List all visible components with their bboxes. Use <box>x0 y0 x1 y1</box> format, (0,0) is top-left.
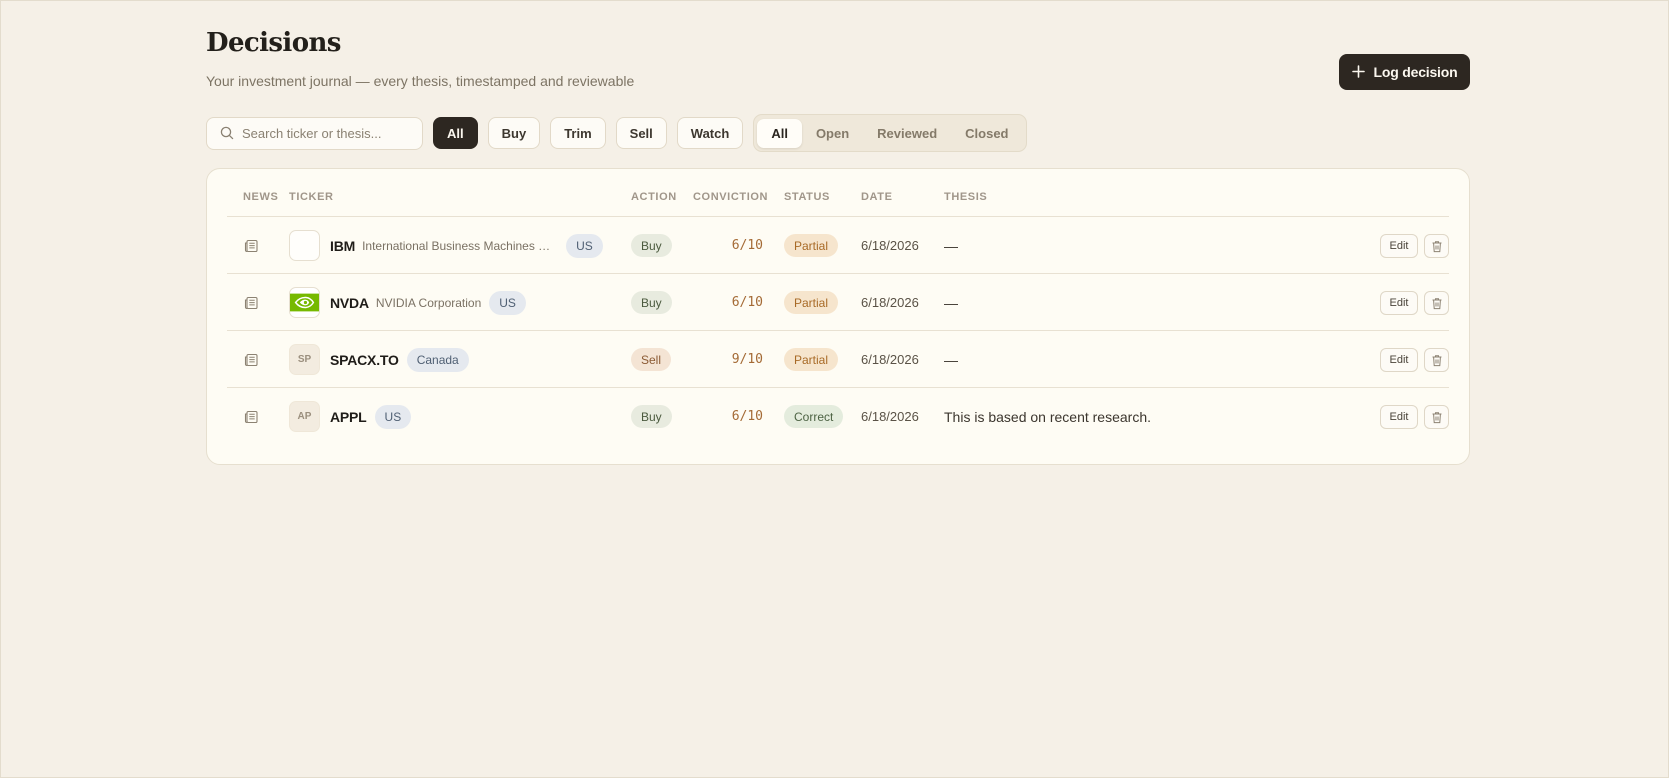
decisions-table: NEWS TICKER ACTION CONVICTION STATUS DAT… <box>206 168 1470 465</box>
conviction-value: 6/10 <box>731 238 763 253</box>
status-cell: Partial <box>784 217 839 274</box>
action-cell: Buy <box>631 217 672 274</box>
ticker-cell: NVDA NVIDIA Corporation US <box>289 274 526 331</box>
company-name: NVIDIA Corporation <box>375 295 482 310</box>
delete-button[interactable] <box>1424 291 1449 315</box>
log-decision-button[interactable]: Log decision <box>1339 54 1470 90</box>
ticker-symbol: NVDA <box>330 294 369 311</box>
date-value: 6/18/2026 <box>861 409 919 424</box>
filter-status-all[interactable]: All <box>757 118 802 148</box>
thesis-text: — <box>944 294 958 311</box>
ticker-symbol: SPACX.TO <box>330 351 399 368</box>
thesis-text: — <box>944 237 958 254</box>
edit-button[interactable]: Edit <box>1380 291 1418 315</box>
status-cell: Correct <box>784 388 844 445</box>
search-box[interactable] <box>206 116 423 150</box>
nvidia-logo-icon <box>289 287 320 318</box>
filter-status-reviewed[interactable]: Reviewed <box>863 119 951 148</box>
filter-status-open[interactable]: Open <box>802 119 863 148</box>
date-value: 6/18/2026 <box>861 352 919 367</box>
table-row[interactable]: SP SPACX.TO Canada Sell 9/10 Partial 6/1… <box>227 331 1449 388</box>
status-badge: Partial <box>784 291 839 314</box>
status-cell: Partial <box>784 274 839 331</box>
table-row[interactable]: AP APPL US Buy 6/10 Correct 6/18/2026 Th… <box>227 388 1449 445</box>
thesis-text: — <box>944 351 958 368</box>
edit-button[interactable]: Edit <box>1380 234 1418 258</box>
filter-action-sell[interactable]: Sell <box>615 117 667 149</box>
delete-button[interactable] <box>1424 348 1449 372</box>
ticker-cell: IBM International Business Machines Cor.… <box>289 217 607 274</box>
search-icon <box>220 126 234 140</box>
news-icon[interactable] <box>243 331 259 388</box>
search-input[interactable] <box>242 125 412 141</box>
action-cell: Buy <box>631 274 672 331</box>
conviction-value: 6/10 <box>731 409 763 424</box>
log-decision-label: Log decision <box>1373 64 1458 80</box>
market-badge: Canada <box>406 347 469 372</box>
action-cell: Buy <box>631 388 672 445</box>
trash-icon <box>1432 411 1441 423</box>
column-header-conviction: CONVICTION <box>693 191 769 203</box>
company-logo: SP <box>289 344 320 375</box>
edit-button[interactable]: Edit <box>1380 348 1418 372</box>
filter-status-closed[interactable]: Closed <box>951 119 1022 148</box>
status-badge: Correct <box>784 405 844 428</box>
decisions-page: Decisions Your investment journal — ever… <box>206 26 1470 465</box>
company-name: International Business Machines Cor... <box>362 238 559 253</box>
conviction-value: 6/10 <box>731 295 763 310</box>
status-badge: Partial <box>784 348 839 371</box>
news-icon[interactable] <box>243 274 259 331</box>
edit-button[interactable]: Edit <box>1380 405 1418 429</box>
news-icon[interactable] <box>243 217 259 274</box>
filter-action-watch[interactable]: Watch <box>676 117 744 149</box>
table-header: NEWS TICKER ACTION CONVICTION STATUS DAT… <box>227 169 1449 217</box>
action-cell: Sell <box>631 331 672 388</box>
status-cell: Partial <box>784 331 839 388</box>
status-badge: Partial <box>784 234 839 257</box>
page-title: Decisions <box>206 28 341 58</box>
action-badge: Sell <box>631 348 672 371</box>
column-header-action: ACTION <box>631 191 677 203</box>
ticker-symbol: IBM <box>330 237 356 254</box>
plus-icon <box>1351 63 1365 81</box>
delete-button[interactable] <box>1424 405 1449 429</box>
ticker-symbol: APPL <box>330 408 367 425</box>
ticker-cell: SP SPACX.TO Canada <box>289 331 469 388</box>
company-logo: AP <box>289 401 320 432</box>
table-row[interactable]: NVDA NVIDIA Corporation US Buy 6/10 Part… <box>227 274 1449 331</box>
date-value: 6/18/2026 <box>861 238 919 253</box>
filter-action-all[interactable]: All <box>433 117 478 149</box>
filter-action-trim[interactable]: Trim <box>550 117 606 149</box>
filter-bar: All Buy Trim Sell Watch All Open Reviewe… <box>206 114 1470 152</box>
delete-button[interactable] <box>1424 234 1449 258</box>
market-badge: US <box>489 290 526 315</box>
ticker-cell: AP APPL US <box>289 388 412 445</box>
status-segmented-control: All Open Reviewed Closed <box>753 114 1027 152</box>
column-header-thesis: THESIS <box>944 191 988 203</box>
column-header-status: STATUS <box>784 191 830 203</box>
column-header-news: NEWS <box>243 191 279 203</box>
table-row[interactable]: IBM International Business Machines Cor.… <box>227 217 1449 274</box>
company-logo <box>289 230 320 261</box>
page-subtitle: Your investment journal — every thesis, … <box>206 73 635 89</box>
filter-action-buy[interactable]: Buy <box>487 117 541 149</box>
news-icon[interactable] <box>243 388 259 445</box>
market-badge: US <box>374 404 412 429</box>
column-header-ticker: TICKER <box>289 191 334 203</box>
trash-icon <box>1432 354 1441 366</box>
trash-icon <box>1432 297 1441 309</box>
thesis-text: This is based on recent research. <box>944 408 1151 425</box>
market-badge: US <box>566 233 603 258</box>
trash-icon <box>1432 240 1441 252</box>
conviction-value: 9/10 <box>731 352 763 367</box>
page-header: Decisions Your investment journal — ever… <box>206 26 1470 112</box>
column-header-date: DATE <box>861 191 893 203</box>
action-badge: Buy <box>631 234 672 257</box>
action-badge: Buy <box>631 291 672 314</box>
action-badge: Buy <box>631 405 672 428</box>
date-value: 6/18/2026 <box>861 295 919 310</box>
